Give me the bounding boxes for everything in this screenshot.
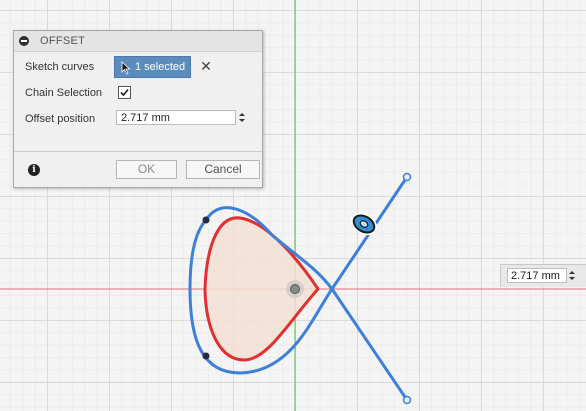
selection-count-label: 1 selected <box>135 61 186 73</box>
endpoint-bottom[interactable] <box>402 395 412 405</box>
dimension-spinner[interactable] <box>567 268 577 283</box>
offset-position-label: Offset position <box>25 113 96 125</box>
cancel-button[interactable]: Cancel <box>186 160 260 179</box>
dimension-input[interactable]: 2.717 mm <box>507 268 567 283</box>
collapse-icon[interactable] <box>19 36 29 46</box>
ok-button[interactable]: OK <box>116 160 177 179</box>
offset-position-input[interactable]: 2.717 mm <box>116 110 236 125</box>
close-icon[interactable]: ✕ <box>199 58 213 74</box>
origin-icon <box>286 280 304 298</box>
curve-point-upper[interactable] <box>202 216 210 224</box>
chain-selection-label: Chain Selection <box>25 87 103 99</box>
dimension-entry-box: 2.717 mm <box>500 264 586 287</box>
spinner-up-icon[interactable] <box>569 271 575 274</box>
endpoint-top[interactable] <box>402 172 412 182</box>
info-icon[interactable]: i <box>28 164 40 176</box>
offset-position-spinner[interactable] <box>236 110 248 125</box>
offset-dialog: OFFSET Sketch curves 1 selected ✕ Chain … <box>13 30 263 188</box>
curve-point-lower[interactable] <box>202 352 210 360</box>
dialog-divider <box>14 151 262 152</box>
spinner-down-icon[interactable] <box>239 119 245 122</box>
offset-manipulator-icon[interactable] <box>348 210 380 239</box>
sketch-curves-label: Sketch curves <box>25 61 95 73</box>
cursor-icon <box>121 61 131 75</box>
check-icon <box>120 88 129 97</box>
chain-selection-checkbox[interactable] <box>118 86 131 99</box>
dialog-title: OFFSET <box>40 35 86 47</box>
spinner-down-icon[interactable] <box>569 277 575 280</box>
sketch-line-lower[interactable] <box>330 288 409 401</box>
sketch-curves-selection-button[interactable]: 1 selected <box>114 56 191 78</box>
spinner-up-icon[interactable] <box>239 113 245 116</box>
dialog-header: OFFSET <box>14 31 262 52</box>
